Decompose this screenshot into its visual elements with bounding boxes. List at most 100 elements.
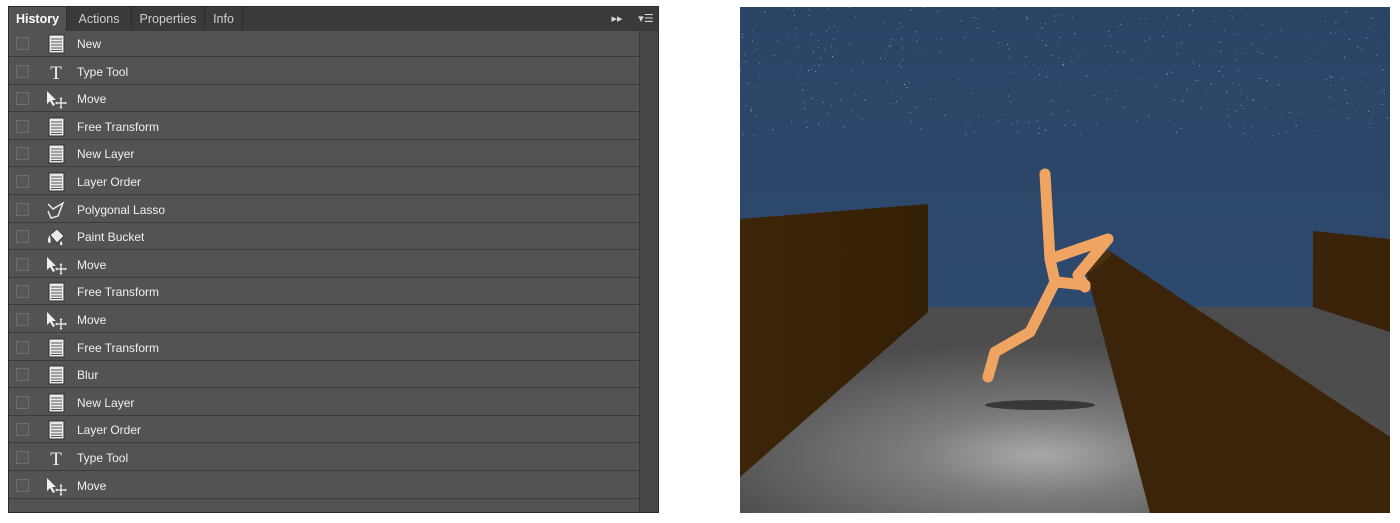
tab-actions[interactable]: Actions [67,7,132,31]
history-item[interactable]: New [9,31,640,57]
star [1175,131,1177,133]
star [1389,8,1390,10]
snapshot-source-checkbox[interactable] [16,285,29,299]
history-item[interactable]: Blur [9,362,640,389]
star [992,7,994,9]
star [1045,45,1047,46]
star [1064,124,1066,126]
star [758,76,760,78]
star [907,96,909,98]
tab-properties[interactable]: Properties [132,7,205,31]
star [757,34,759,36]
snapshot-source-checkbox[interactable] [16,368,29,382]
snapshot-source-checkbox[interactable] [16,395,29,409]
document-icon [45,282,67,302]
star [830,104,832,106]
star [1166,73,1168,74]
snapshot-source-checkbox[interactable] [16,37,29,50]
star [1016,121,1018,123]
star [1195,106,1197,108]
star [1234,34,1236,36]
history-item[interactable]: T Type Tool [9,445,640,471]
star [1181,100,1183,102]
star [1053,8,1055,10]
document-icon [45,420,67,440]
star [751,30,753,32]
star [843,126,845,128]
star [1011,123,1013,125]
history-item-label: Layer Order [77,423,142,438]
star [1086,75,1088,77]
snapshot-source-checkbox[interactable] [16,478,29,492]
snapshot-source-checkbox[interactable] [16,340,29,354]
star [773,55,775,56]
star [1328,96,1330,98]
history-item[interactable]: Paint Bucket [9,224,640,251]
star [973,131,975,133]
tab-info[interactable]: Info [205,7,243,31]
star [1230,10,1232,12]
star [1010,71,1012,73]
star [776,40,778,42]
star [900,61,901,63]
star [1104,70,1106,72]
history-item[interactable]: Free Transform [9,113,640,140]
snapshot-source-checkbox[interactable] [16,64,29,78]
snapshot-source-checkbox[interactable] [16,451,29,464]
star [1040,27,1042,29]
history-scrollbar[interactable] [639,31,658,512]
star [1110,125,1112,127]
snapshot-source-checkbox[interactable] [16,175,29,188]
panel-tab-bar: History Actions Properties Info ▸▸ ▾☰ [9,7,658,32]
snapshot-source-checkbox[interactable] [16,257,29,271]
history-panel: History Actions Properties Info ▸▸ ▾☰ Ne… [8,6,659,513]
snapshot-source-checkbox[interactable] [16,423,29,437]
star [1308,35,1310,37]
star [1246,15,1248,16]
history-item[interactable]: Move [9,307,640,333]
document-icon [45,338,67,358]
tab-history[interactable]: History [9,7,67,32]
collapse-panel-icon[interactable]: ▸▸ [607,7,627,31]
history-item[interactable]: Layer Order [9,169,640,195]
star [1298,111,1300,113]
star [1122,15,1124,17]
history-item[interactable]: Free Transform [9,279,640,306]
canvas-scene [740,7,1390,513]
snapshot-source-checkbox[interactable] [16,202,29,216]
history-item[interactable]: Polygonal Lasso [9,196,640,223]
panel-menu-icon[interactable]: ▾☰ [634,7,658,31]
history-item[interactable]: Move [9,472,640,499]
history-item[interactable]: Free Transform [9,334,640,361]
star [887,80,889,82]
star [892,39,894,40]
history-item[interactable]: New Layer [9,141,640,168]
star [1247,97,1248,99]
history-item-label: Layer Order [77,175,142,189]
star [1166,74,1168,76]
star [1258,51,1260,53]
history-item[interactable]: Move [9,251,640,278]
star [1002,114,1004,116]
star [1280,116,1281,118]
star [1383,89,1385,91]
star [1372,17,1374,19]
star [1148,115,1150,116]
type-tool-icon: T [45,448,67,468]
history-item[interactable]: Move [9,86,640,113]
star [1357,7,1359,9]
snapshot-source-checkbox[interactable] [16,313,29,326]
star [1325,79,1327,80]
star [1227,108,1229,110]
snapshot-source-checkbox[interactable] [16,92,29,106]
history-item[interactable]: Layer Order [9,417,640,444]
history-item[interactable]: New Layer [9,389,640,416]
snapshot-source-checkbox[interactable] [16,119,29,133]
snapshot-source-checkbox[interactable] [16,230,29,244]
snapshot-source-checkbox[interactable] [16,147,29,161]
star [1017,130,1019,132]
star [751,40,753,42]
star [812,46,814,47]
history-item[interactable]: T Type Tool [9,58,640,85]
star [1223,75,1225,77]
